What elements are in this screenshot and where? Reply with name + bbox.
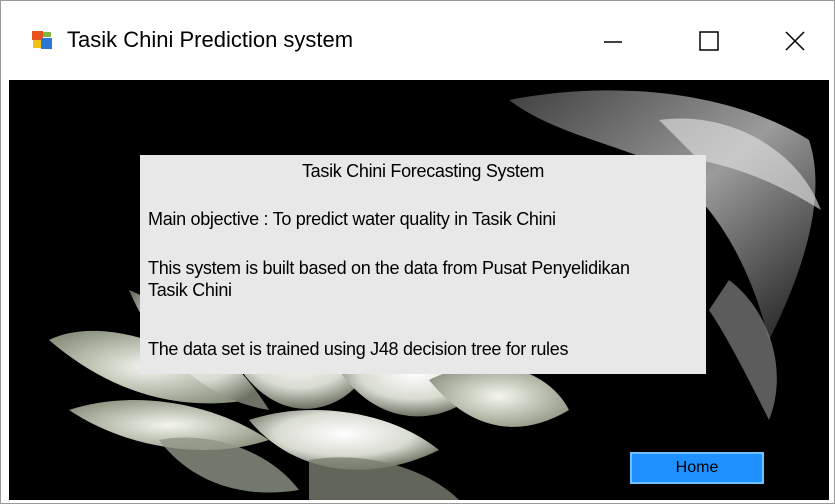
- close-icon: [785, 31, 805, 51]
- training-method-label: The data set is trained using J48 decisi…: [148, 339, 569, 359]
- maximize-icon: [699, 31, 719, 51]
- app-form-icon: [31, 29, 53, 51]
- objective-label: Main objective : To predict water qualit…: [148, 209, 556, 229]
- title-bar[interactable]: Tasik Chini Prediction system: [1, 1, 834, 79]
- panel-heading: Tasik Chini Forecasting System: [301, 161, 545, 181]
- data-source-label: This system is built based on the data f…: [148, 258, 630, 300]
- close-button[interactable]: [755, 11, 834, 71]
- maximize-button[interactable]: [669, 11, 749, 71]
- window-title: Tasik Chini Prediction system: [67, 27, 354, 52]
- minimize-icon: [604, 41, 622, 43]
- form-client-area: Tasik Chini Forecasting System Main obje…: [9, 80, 829, 500]
- minimize-button[interactable]: [573, 11, 653, 71]
- info-panel: Tasik Chini Forecasting System Main obje…: [140, 155, 706, 374]
- home-button[interactable]: Home: [630, 452, 764, 484]
- app-window: Tasik Chini Prediction system Tasik Chin…: [0, 0, 835, 504]
